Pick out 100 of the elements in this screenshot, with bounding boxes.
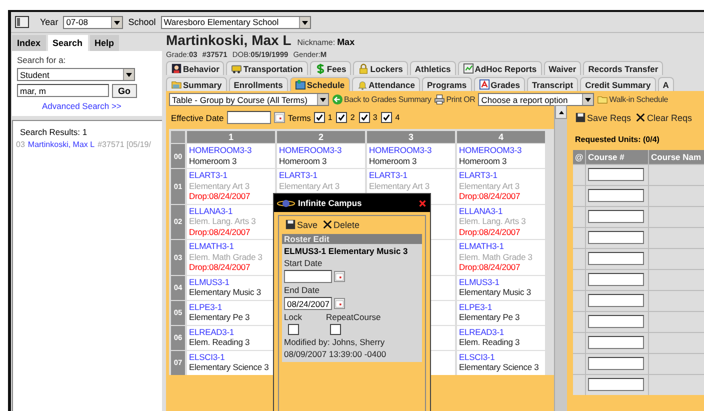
go-button[interactable]: Go xyxy=(112,84,136,98)
drop-date: Drop:08/24/2007 xyxy=(459,226,522,237)
tab[interactable]: Athletics xyxy=(410,61,456,75)
course-code-link[interactable]: ELMATH3-1 xyxy=(189,241,274,252)
course-code-link[interactable]: ELMUS3-1 xyxy=(189,276,274,287)
course-code-link[interactable]: ELART3-1 xyxy=(369,170,454,180)
tab[interactable]: Records Transfer xyxy=(583,61,664,75)
course-number-field[interactable] xyxy=(588,378,644,391)
search-type-select[interactable]: Student xyxy=(17,68,135,81)
course-code-link[interactable]: ELLANA3-1 xyxy=(459,206,544,216)
year-select[interactable]: 07-08 xyxy=(63,16,124,28)
tab[interactable]: Grades xyxy=(474,77,525,91)
tab[interactable]: Transcript xyxy=(526,77,578,91)
panel-toggle-icon[interactable] xyxy=(15,16,29,28)
term-checkbox[interactable] xyxy=(358,112,370,123)
course-code-link[interactable]: HOMEROOM3-3 xyxy=(279,145,364,156)
scrollbar[interactable] xyxy=(554,105,567,411)
school-label: School xyxy=(128,17,156,27)
result-link[interactable]: Martinkoski, Max L xyxy=(28,140,95,149)
course-number-field[interactable] xyxy=(588,210,644,223)
course-number-field[interactable] xyxy=(588,357,644,370)
search-field[interactable]: mar, m xyxy=(17,84,109,97)
course-code-link[interactable]: ELART3-1 xyxy=(279,170,364,180)
end-date-field[interactable]: 08/24/2007 xyxy=(284,297,332,310)
print-link[interactable]: Print OR xyxy=(434,94,476,105)
view-select[interactable]: Table - Group by Course (All Terms) xyxy=(169,93,329,106)
course-number-field[interactable] xyxy=(588,189,644,202)
course-code-link[interactable]: ELPE3-1 xyxy=(459,302,544,312)
repeat-course-label: RepeatCourse xyxy=(324,312,382,322)
tab[interactable]: Credit Summary xyxy=(580,77,656,91)
sidebar-tab[interactable]: Index xyxy=(12,35,46,51)
course-name: Elementary Art 3 xyxy=(459,180,520,191)
delete-button[interactable]: Delete xyxy=(322,219,360,230)
course-number-field[interactable] xyxy=(588,168,644,181)
lock-label: Lock xyxy=(283,312,303,322)
course-code-link[interactable]: ELART3-1 xyxy=(459,170,544,180)
back-link[interactable]: Back to Grades Summary xyxy=(332,94,432,105)
drop-date: Drop:08/24/2007 xyxy=(459,262,522,272)
course-code-link[interactable]: HOMEROOM3-3 xyxy=(459,145,544,156)
save-button[interactable]: Save xyxy=(285,219,318,230)
calendar-icon[interactable] xyxy=(334,271,345,282)
walk-in-link[interactable]: Walk-in Schedule xyxy=(597,94,668,105)
course-number-field[interactable] xyxy=(588,273,644,286)
student-name: Martinkoski, Max L xyxy=(166,33,292,48)
course-code-link[interactable]: ELLANA3-1 xyxy=(189,206,274,216)
course-code-link[interactable]: ELSCI3-1 xyxy=(459,352,544,362)
tab[interactable]: Lockers xyxy=(353,61,408,75)
term-checkbox[interactable] xyxy=(381,112,392,123)
drop-date: Drop:08/24/2007 xyxy=(459,191,522,202)
tab[interactable]: A xyxy=(658,77,674,91)
calendar-icon[interactable] xyxy=(334,298,345,309)
course-code-link[interactable]: ELMUS3-1 xyxy=(459,276,544,287)
advanced-search-link[interactable]: Advanced Search >> xyxy=(42,101,122,111)
term-checkbox[interactable] xyxy=(336,112,348,123)
course-name: Elem. Reading 3 xyxy=(189,337,251,348)
close-icon[interactable] xyxy=(418,198,427,208)
column-header: Course Nam xyxy=(649,150,704,164)
tab[interactable]: Behavior xyxy=(166,61,224,75)
tab[interactable]: Waiver xyxy=(544,61,582,75)
sidebar-tab[interactable]: Help xyxy=(90,35,120,51)
tab[interactable]: Transportation xyxy=(226,61,308,75)
tab[interactable]: Enrollments xyxy=(228,77,288,91)
course-number-field[interactable] xyxy=(588,252,644,265)
course-code-link[interactable]: ELREAD3-1 xyxy=(459,326,544,337)
clear-reqs-button[interactable]: Clear Reqs xyxy=(635,112,692,123)
course-number-field[interactable] xyxy=(588,231,644,244)
tab[interactable]: AdHoc Reports xyxy=(458,61,542,75)
column-header: 2 xyxy=(277,131,365,143)
start-date-field[interactable] xyxy=(284,270,332,283)
tab[interactable]: Programs xyxy=(422,77,472,91)
report-select[interactable]: Choose a report option xyxy=(478,93,594,106)
school-select[interactable]: Waresboro Elementary School xyxy=(160,16,311,28)
column-header: @ xyxy=(573,150,585,164)
term-checkbox[interactable] xyxy=(314,112,325,123)
course-number-field[interactable] xyxy=(588,336,644,349)
effective-date-field[interactable] xyxy=(226,111,271,124)
sidebar-tab[interactable]: Search xyxy=(48,35,88,51)
calendar-icon[interactable] xyxy=(274,112,285,123)
repeat-course-checkbox[interactable] xyxy=(330,324,341,335)
save-reqs-button[interactable]: Save Reqs xyxy=(575,112,632,123)
term-label: 3 xyxy=(372,113,378,122)
course-name: Homeroom 3 xyxy=(279,156,328,166)
drop-date: Drop:08/24/2007 xyxy=(189,262,252,272)
course-number-field[interactable] xyxy=(588,315,644,328)
result-grade: 03 xyxy=(16,140,25,149)
course-name: Elementary Art 3 xyxy=(369,180,430,191)
course-code-link[interactable]: ELMATH3-1 xyxy=(459,241,544,252)
tab[interactable]: Fees xyxy=(310,61,352,75)
lock-checkbox[interactable] xyxy=(288,324,299,335)
tab[interactable]: Schedule xyxy=(290,77,350,91)
course-code-link[interactable]: ELART3-1 xyxy=(189,170,274,180)
course-code-link[interactable]: ELREAD3-1 xyxy=(189,326,274,337)
course-code-link[interactable]: HOMEROOM3-3 xyxy=(189,145,274,156)
course-code-link[interactable]: ELSCI3-1 xyxy=(189,352,274,362)
course-number-field[interactable] xyxy=(588,294,644,307)
course-code-link[interactable]: HOMEROOM3-3 xyxy=(369,145,454,156)
course-code-link[interactable]: ELPE3-1 xyxy=(189,302,274,312)
tab[interactable]: Summary xyxy=(166,77,227,91)
dollar-icon xyxy=(314,63,326,74)
tab[interactable]: Attendance xyxy=(352,77,420,91)
